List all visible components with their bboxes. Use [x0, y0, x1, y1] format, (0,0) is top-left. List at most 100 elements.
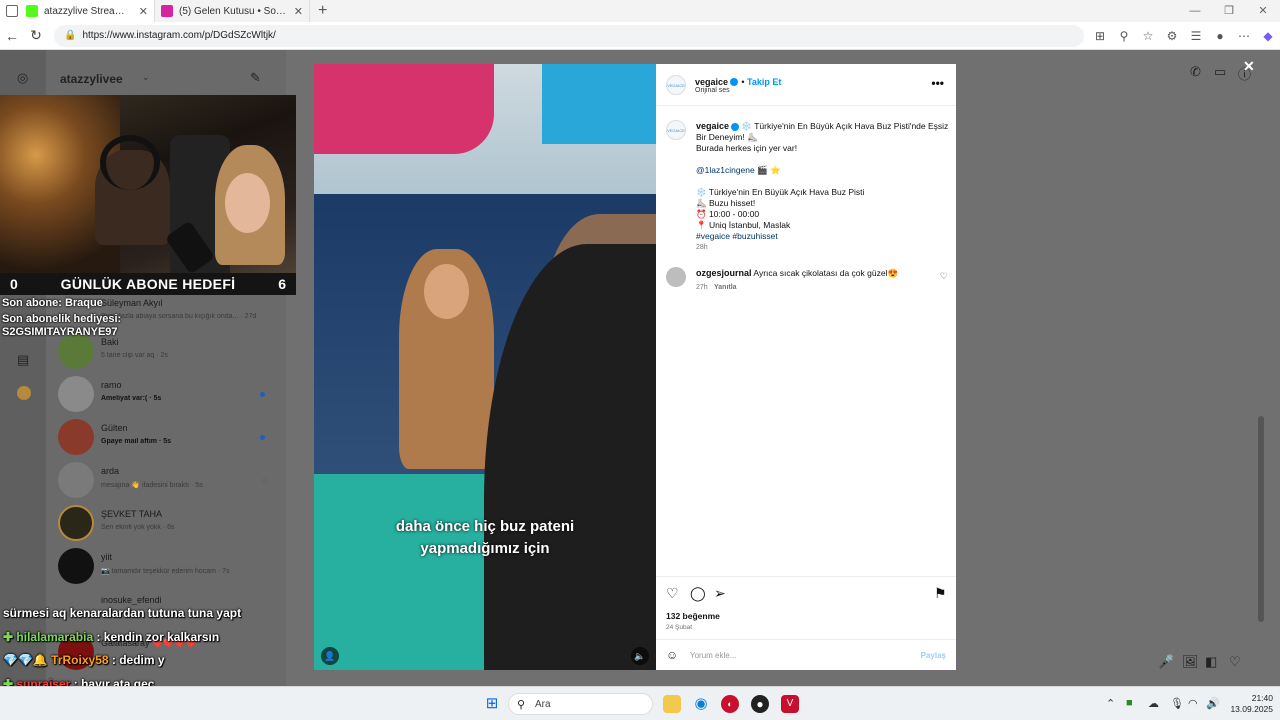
- conversation-name: arda: [101, 466, 120, 476]
- tab-kick-stream[interactable]: atazzylive Stream - Watch Live on ✕: [0, 0, 155, 22]
- file-explorer-icon[interactable]: [663, 695, 681, 713]
- chat-text: : kendin zor kalkarsın: [93, 630, 220, 644]
- comment-text: Ayrıca sıcak çikolatası da çok güzel😍: [753, 268, 899, 278]
- heart-icon[interactable]: ♡: [1229, 654, 1241, 670]
- tray-mic-icon[interactable]: 🎙: [1170, 697, 1184, 710]
- copilot-icon[interactable]: ◆: [1256, 29, 1280, 43]
- restore-icon[interactable]: ❐: [1212, 0, 1246, 22]
- author-name[interactable]: vegaice: [695, 77, 728, 87]
- menu-dots-icon[interactable]: ⋯: [1232, 29, 1256, 43]
- comment-icon[interactable]: ◯: [690, 585, 706, 602]
- more-options-icon[interactable]: •••: [931, 76, 944, 90]
- volume-icon[interactable]: 🔊: [1206, 697, 1220, 710]
- caption-mention[interactable]: @1laz1cingene 🎬 ⭐: [696, 165, 781, 175]
- chat-line: sürmesi aq kenaralardan tutuna tuna yapt: [3, 606, 241, 620]
- post-date[interactable]: 24 Şubat: [666, 624, 692, 631]
- conversation-name: Baki: [101, 337, 119, 347]
- app-icon-dark[interactable]: ●: [751, 695, 769, 713]
- zoom-icon[interactable]: ⚲: [1112, 29, 1136, 43]
- tray-app-icon[interactable]: ☁: [1148, 697, 1159, 710]
- like-icon[interactable]: ♡: [666, 585, 679, 602]
- tab-title: atazzylive Stream - Watch Live on: [44, 5, 133, 17]
- list-item[interactable]: ramo Ameliyat var:( · 5s: [58, 376, 273, 416]
- streamer-webcam: [0, 95, 296, 295]
- wifi-icon[interactable]: ◠: [1188, 697, 1198, 710]
- conversation-name: ramo: [101, 380, 122, 390]
- tab-instagram-inbox[interactable]: (5) Gelen Kutusu • Sohbetler ✕: [155, 0, 310, 22]
- list-item[interactable]: arda mesajına 👋 ifadesini bıraktı · 5s ◌: [58, 462, 273, 502]
- minimize-icon[interactable]: —: [1178, 0, 1212, 22]
- close-tab-icon[interactable]: ✕: [294, 5, 303, 18]
- post-comment-button[interactable]: Paylaş: [921, 651, 946, 660]
- extensions-icon[interactable]: ⚙: [1160, 29, 1184, 43]
- goal-current: 0: [10, 276, 18, 292]
- follow-button[interactable]: Takip Et: [747, 77, 781, 87]
- activity-chart-icon[interactable]: ▤: [17, 352, 29, 368]
- mute-icon[interactable]: 🔈: [631, 647, 649, 665]
- favorite-star-icon[interactable]: ☆: [1136, 29, 1160, 43]
- new-message-icon[interactable]: ✎: [250, 70, 261, 86]
- instagram-logo-icon[interactable]: ◎: [17, 70, 28, 86]
- app-icon-v[interactable]: V: [781, 695, 799, 713]
- video-call-icon[interactable]: ▭: [1214, 64, 1226, 80]
- image-icon[interactable]: 🖼: [1182, 654, 1199, 670]
- sticker-icon[interactable]: ◧: [1205, 654, 1217, 670]
- account-username[interactable]: atazzylivee: [60, 72, 123, 86]
- close-window-icon[interactable]: ✕: [1246, 0, 1280, 22]
- caption-line-6: ⏰ 10:00 - 00:00: [696, 209, 760, 219]
- favorites-icon[interactable]: ☰: [1184, 29, 1208, 43]
- close-tab-icon[interactable]: ✕: [139, 5, 148, 18]
- edge-browser-icon[interactable]: ◉: [692, 695, 710, 713]
- app-icon-red[interactable]: ◐: [721, 695, 739, 713]
- audio-label[interactable]: Orijinal ses: [695, 87, 730, 94]
- conversation-preview: Biraz fazla abiaya sorsana bu kıçığık on…: [101, 313, 257, 320]
- caption-hashtags[interactable]: #vegaice #buzuhisset: [696, 231, 778, 241]
- url-text: https://www.instagram.com/p/DGdSZcWltjk/: [82, 30, 276, 41]
- address-bar[interactable]: 🔒 https://www.instagram.com/p/DGdSZcWltj…: [54, 24, 1084, 47]
- taskbar-clock[interactable]: 21:40 13.09.2025: [1225, 693, 1273, 715]
- reel-video[interactable]: daha önce hiç buz pateni yapmadığımız iç…: [314, 64, 656, 670]
- chevron-down-icon[interactable]: ⌄: [142, 72, 150, 83]
- close-modal-icon[interactable]: ✕: [1243, 58, 1255, 75]
- last-subscriber: Son abone: Braque: [2, 297, 103, 309]
- caption-author-name[interactable]: vegaice: [696, 121, 729, 131]
- share-icon[interactable]: ➢: [714, 585, 726, 602]
- caption-time[interactable]: 28h: [696, 244, 708, 251]
- back-icon[interactable]: ←: [0, 28, 24, 44]
- windows-taskbar: ⊞ ⚲ Ara ◉ ◐ ● V ⌃ ■ ☁ 🎙 ◠ 🔊 21:40 13.09.…: [0, 686, 1280, 720]
- refresh-icon[interactable]: ↻: [24, 27, 48, 44]
- commenter-avatar[interactable]: [666, 267, 686, 287]
- nvidia-tray-icon[interactable]: ■: [1126, 697, 1133, 709]
- tab-actions-icon[interactable]: [6, 5, 18, 17]
- avatar: [58, 419, 94, 455]
- windows-start-icon[interactable]: ⊞: [483, 695, 501, 713]
- list-item[interactable]: yiit 📷 tamamdır teşekkür ederim hocam · …: [58, 548, 273, 588]
- tray-chevron-icon[interactable]: ⌃: [1106, 697, 1115, 710]
- profile-avatar-icon[interactable]: ●: [1208, 29, 1232, 43]
- list-item[interactable]: Gülten Gpaye mail aftım · 5s: [58, 419, 273, 459]
- list-item[interactable]: ŞEVKET TAHA Sen ekinfi yok yokk · 6s: [58, 505, 273, 545]
- save-bookmark-icon[interactable]: ⚑: [934, 585, 947, 602]
- caption-author-avatar[interactable]: VEGAICE: [666, 120, 686, 140]
- unread-dot: [260, 392, 265, 397]
- video-subtitle-line-2: yapmadığımız için: [420, 540, 550, 557]
- reply-button[interactable]: Yanıtla: [714, 284, 737, 291]
- tagged-users-icon[interactable]: 👤: [321, 647, 339, 665]
- profile-avatar[interactable]: [17, 386, 31, 400]
- chat-scrollbar[interactable]: [1258, 416, 1264, 622]
- comment-time[interactable]: 27h: [696, 284, 708, 291]
- phone-icon[interactable]: ✆: [1190, 64, 1201, 80]
- commenter-name[interactable]: ozgesjournal: [696, 268, 752, 278]
- microphone-icon[interactable]: 🎤: [1158, 654, 1174, 670]
- comment-like-icon[interactable]: ♡: [940, 271, 948, 282]
- app-available-icon[interactable]: ⊞: [1088, 29, 1112, 43]
- browser-tab-bar: atazzylive Stream - Watch Live on ✕ (5) …: [0, 0, 1280, 22]
- list-item[interactable]: Baki 5 tane clip var aq · 2s: [58, 333, 273, 373]
- comment-input[interactable]: Yorum ekle...: [690, 651, 736, 660]
- new-tab-icon[interactable]: +: [318, 2, 327, 20]
- emoji-icon[interactable]: ☺: [666, 648, 678, 662]
- taskbar-search[interactable]: ⚲ Ara: [508, 693, 653, 715]
- author-avatar[interactable]: VEGAICE: [666, 75, 686, 95]
- site-info-icon[interactable]: 🔒: [64, 30, 76, 41]
- likes-count[interactable]: 132 beğenme: [666, 611, 720, 621]
